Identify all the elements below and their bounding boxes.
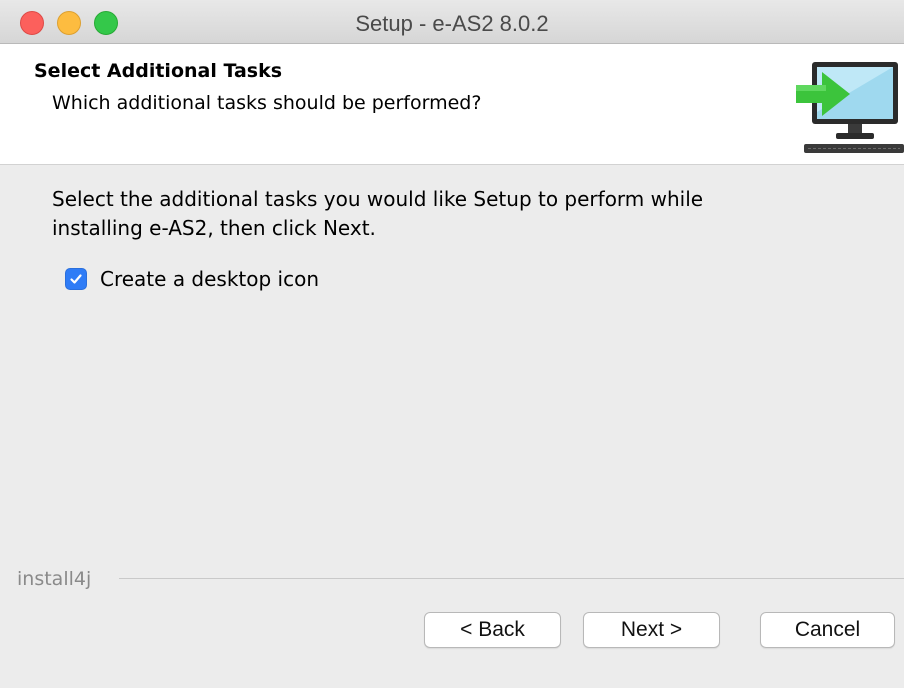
install4j-brand-label: install4j [17,568,92,590]
create-desktop-icon-label[interactable]: Create a desktop icon [100,267,319,291]
next-button[interactable]: Next > [583,612,720,648]
instruction-line-2: installing e-AS2, then click Next. [52,216,376,240]
back-button[interactable]: < Back [424,612,561,648]
setup-window: Setup - e-AS2 8.0.2 Select Additional Ta… [0,0,904,688]
page-subtitle: Which additional tasks should be perform… [52,92,482,114]
create-desktop-icon-checkbox[interactable] [65,268,87,290]
checkmark-icon [70,274,82,284]
header-panel: Select Additional Tasks Which additional… [0,44,904,165]
page-title: Select Additional Tasks [34,60,283,82]
footer-separator [119,578,904,579]
window-title: Setup - e-AS2 8.0.2 [355,11,549,36]
cancel-button[interactable]: Cancel [760,612,895,648]
instruction-line-1: Select the additional tasks you would li… [52,187,704,211]
task-create-desktop-icon[interactable]: Create a desktop icon [65,265,319,293]
installer-monitor-arrow-icon [796,62,904,153]
title-bar[interactable]: Setup - e-AS2 8.0.2 [0,0,904,44]
instruction-text: Select the additional tasks you would li… [52,185,852,243]
